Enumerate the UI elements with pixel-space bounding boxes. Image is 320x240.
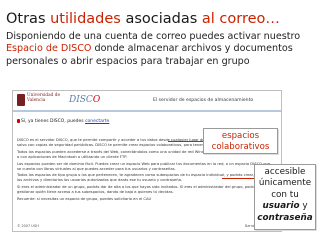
- user-status-line: Sí, ya tienes DISCO, puedes conectarte: [21, 119, 109, 124]
- title-prefix: Otras: [6, 11, 51, 27]
- callout-access-line-2: únicamente: [258, 178, 312, 189]
- disco-footer-copyright: © 2007 UGH: [17, 224, 39, 228]
- title-highlight-correo: al correo: [201, 11, 266, 27]
- callout-groups-line-1: espacios: [221, 131, 260, 141]
- connect-link[interactable]: conectarte: [85, 119, 109, 124]
- callout-access-only: accesible únicamente con tu usuario y co…: [254, 164, 316, 230]
- disco-logo-main: DISC: [69, 95, 93, 105]
- callout-access-line-3: con tu: [271, 189, 299, 200]
- disco-paragraph: Los espacios pueden ser de dominio fácil…: [17, 161, 271, 171]
- callout-access-line-1: accesible: [264, 167, 306, 177]
- user-status-text: Sí, ya tienes DISCO, puedes: [21, 119, 86, 124]
- university-shield-icon: [17, 94, 25, 106]
- title-highlight-utilidades: utilidades: [50, 11, 121, 27]
- callout-groups-line-2: colaborativos: [211, 142, 270, 152]
- university-logo-text: Universidad de Valencia: [27, 93, 61, 103]
- title-ellipsis: …: [265, 11, 280, 27]
- disco-paragraph: Si eres el administrador de un grupo, po…: [17, 185, 258, 195]
- callout-collaborative-spaces: espacios colaborativos: [203, 128, 278, 154]
- disco-paragraph: Recuerde: si necesitas un espacio de gru…: [17, 196, 152, 201]
- description-part-1: Disponiendo de una cuenta de correo pued…: [6, 31, 301, 42]
- disco-webpage-screenshot: Universidad de Valencia DISCO El servido…: [12, 90, 282, 232]
- callout-access-contrasena: contraseña: [257, 212, 313, 223]
- callout-access-usuario: usuario: [262, 201, 300, 212]
- disco-logo-accent: O: [92, 95, 101, 105]
- slide-description: Disponiendo de una cuenta de correo pued…: [6, 31, 314, 68]
- disco-header-caption: El servidor de espacios de almacenamient…: [153, 98, 254, 103]
- title-middle: asociadas: [120, 11, 202, 27]
- callout-access-y: y: [302, 201, 308, 212]
- description-highlight-disco: Espacio de DISCO: [6, 43, 92, 55]
- callout-arrow-access: [222, 178, 254, 179]
- callout-access-line-4-5: usuario y: [255, 201, 315, 212]
- header-divider: [13, 110, 281, 112]
- disco-page-header: Universidad de Valencia DISCO El servido…: [13, 91, 281, 112]
- disco-logo: DISCO: [69, 95, 100, 105]
- slide-title: Otras utilidades asociadas al correo…: [6, 10, 316, 28]
- user-bullet-icon: [17, 119, 20, 123]
- callout-arrow-groups: [168, 141, 203, 142]
